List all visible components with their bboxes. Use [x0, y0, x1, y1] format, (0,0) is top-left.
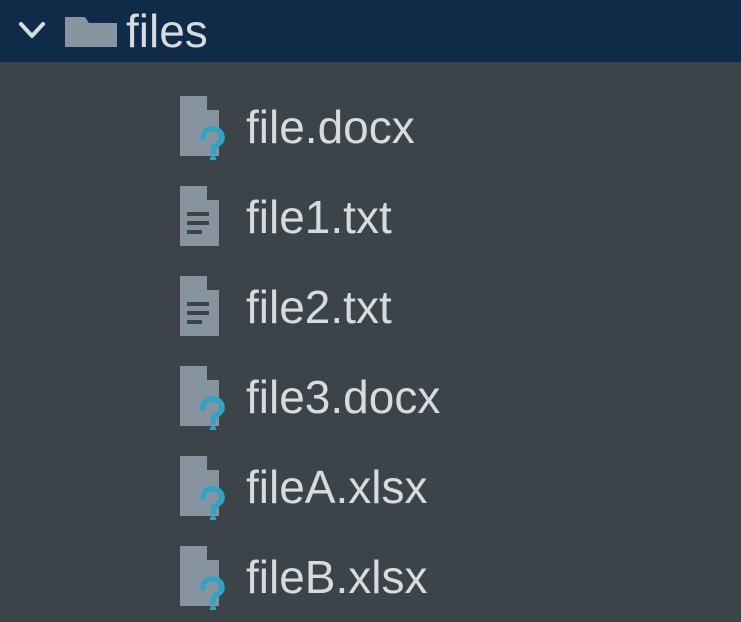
file-label: fileB.xlsx — [246, 554, 427, 600]
file-row[interactable]: file.docx — [0, 82, 741, 172]
file-row[interactable]: file3.docx — [0, 352, 741, 442]
folder-label: files — [126, 8, 208, 54]
file-row[interactable]: fileA.xlsx — [0, 442, 741, 532]
file-unknown-icon — [170, 542, 228, 612]
file-unknown-icon — [170, 362, 228, 432]
file-row[interactable]: fileB.xlsx — [0, 532, 741, 622]
chevron-down-icon — [8, 7, 56, 55]
file-label: file3.docx — [246, 374, 440, 420]
file-row[interactable]: file2.txt — [0, 262, 741, 352]
folder-row[interactable]: files — [0, 0, 741, 62]
file-label: file1.txt — [246, 194, 392, 240]
file-unknown-icon — [170, 452, 228, 522]
file-row[interactable]: file1.txt — [0, 172, 741, 262]
file-text-icon — [170, 272, 228, 342]
file-label: fileA.xlsx — [246, 464, 427, 510]
file-text-icon — [170, 182, 228, 252]
file-unknown-icon — [170, 92, 228, 162]
file-label: file.docx — [246, 104, 415, 150]
file-tree: files file.docx file1.txt file2.txt fi — [0, 0, 741, 622]
folder-children: file.docx file1.txt file2.txt file3.docx — [0, 62, 741, 622]
file-label: file2.txt — [246, 284, 392, 330]
folder-icon — [62, 7, 120, 55]
